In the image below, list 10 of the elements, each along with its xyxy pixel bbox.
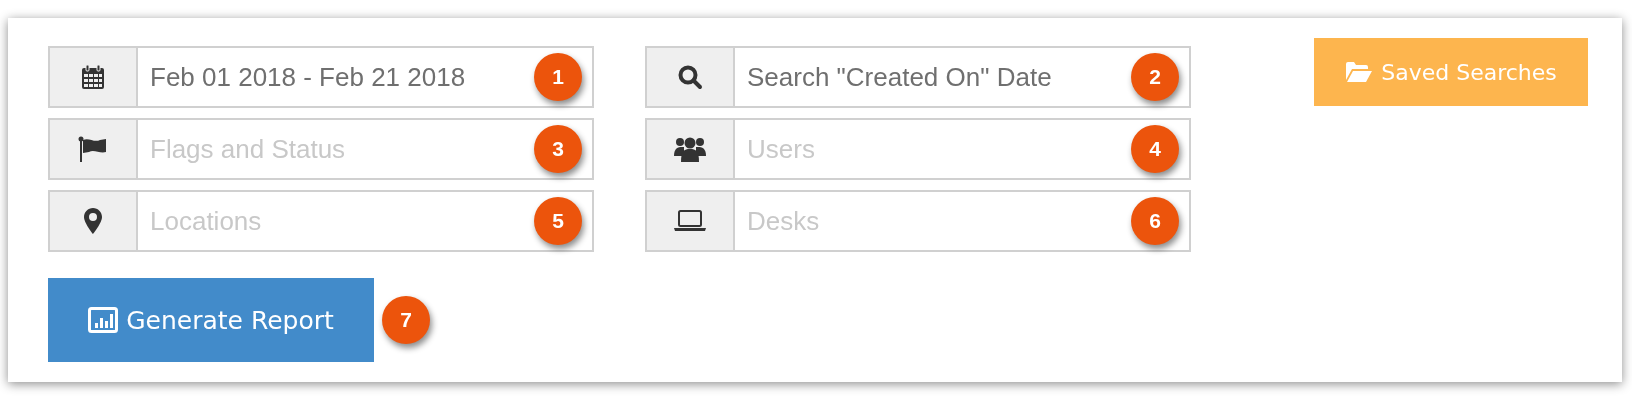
step-number-badge: 7 [382,296,430,344]
flag-icon [78,136,108,162]
bar-chart-icon [88,307,119,333]
search-icon [677,64,703,90]
map-pin-icon [84,208,102,234]
folder-icon [1345,61,1374,83]
calendar-icon [81,64,105,90]
generate-report-button[interactable]: Generate Report [48,278,374,362]
laptop-icon [674,210,706,232]
users-icon [674,136,706,162]
